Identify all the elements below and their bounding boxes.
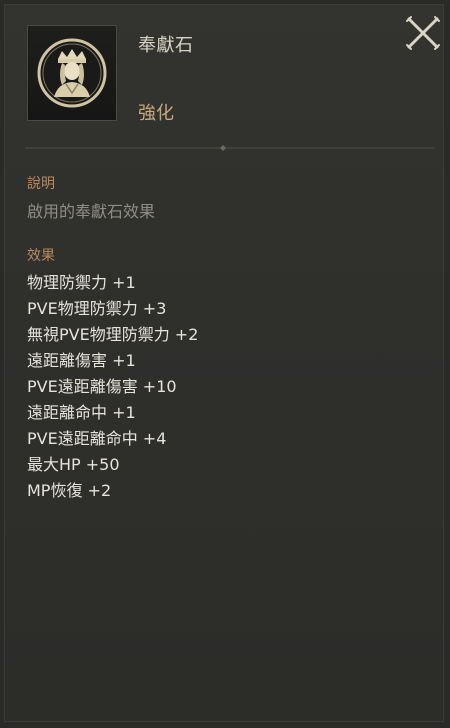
item-tooltip-panel: 奉獻石 強化 說明 啟用的奉獻石效果 效果 物理防禦力 +1 PVE物理防禦力 … [4,4,444,722]
effect-item: MP恢復 +2 [27,481,112,500]
effect-item: 遠距離傷害 +1 [27,351,136,370]
effect-item: PVE遠距離命中 +4 [27,429,167,448]
item-icon-frame [27,25,117,121]
item-type: 強化 [138,103,174,124]
description-title: 說明 [27,176,55,192]
item-name: 奉獻石 [138,35,194,56]
effect-item: PVE物理防禦力 +3 [27,299,167,318]
effect-item: 物理防禦力 +1 [27,273,136,292]
effect-item: 遠距離命中 +1 [27,403,136,422]
effects-title: 效果 [27,248,55,264]
effect-item: PVE遠距離傷害 +10 [27,377,177,396]
description-text: 啟用的奉獻石效果 [27,202,156,221]
effect-item: 無視PVE物理防禦力 +2 [27,325,199,344]
section-divider [25,145,435,151]
close-button[interactable] [403,13,443,53]
goddess-portrait-icon [37,38,107,108]
close-icon [406,16,440,50]
effect-item: 最大HP +50 [27,455,120,474]
effects-list: 物理防禦力 +1 PVE物理防禦力 +3 無視PVE物理防禦力 +2 遠距離傷害… [27,270,198,504]
